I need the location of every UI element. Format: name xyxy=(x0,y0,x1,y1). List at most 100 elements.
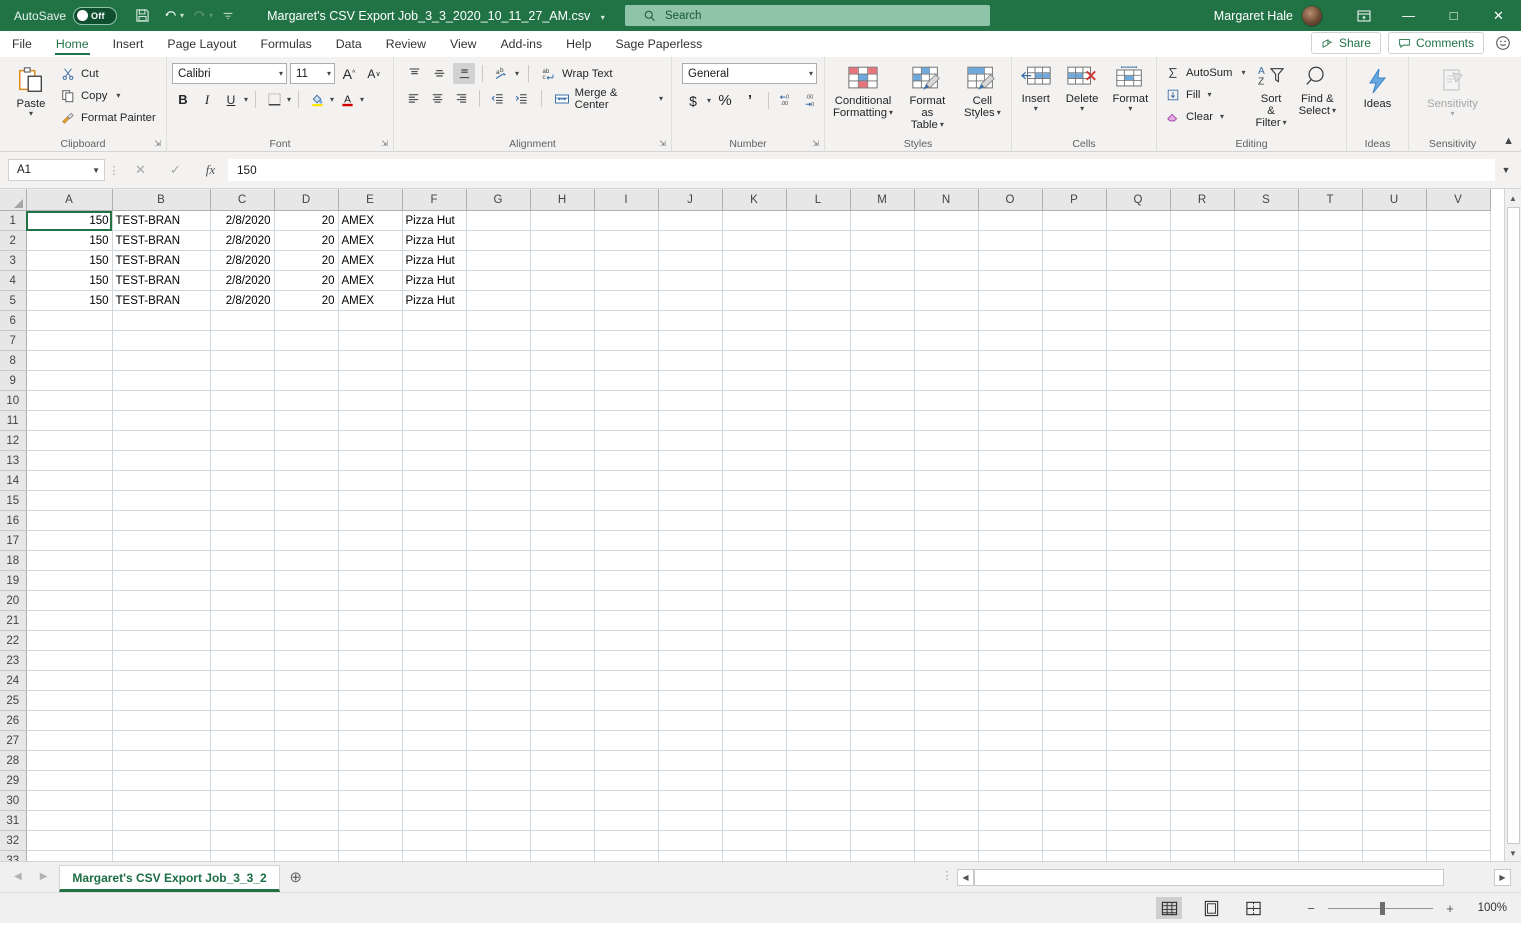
cell-J5[interactable] xyxy=(658,290,723,311)
cell-S29[interactable] xyxy=(1234,770,1299,791)
cell-S9[interactable] xyxy=(1234,370,1299,391)
row-header-15[interactable]: 15 xyxy=(0,490,27,511)
cell-I13[interactable] xyxy=(594,450,659,471)
cell-V10[interactable] xyxy=(1426,390,1491,411)
enter-icon[interactable]: ✓ xyxy=(158,159,193,181)
cell-E7[interactable] xyxy=(338,330,403,351)
italic-button[interactable]: I xyxy=(196,89,218,110)
cell-S30[interactable] xyxy=(1234,790,1299,811)
normal-view-icon[interactable] xyxy=(1156,897,1182,919)
cell-Q26[interactable] xyxy=(1106,710,1171,731)
cell-R21[interactable] xyxy=(1170,610,1235,631)
cell-E30[interactable] xyxy=(338,790,403,811)
cell-B17[interactable] xyxy=(112,530,211,551)
cell-I15[interactable] xyxy=(594,490,659,511)
column-header-f[interactable]: F xyxy=(402,189,467,211)
cell-S17[interactable] xyxy=(1234,530,1299,551)
cell-M33[interactable] xyxy=(850,850,915,861)
cell-C30[interactable] xyxy=(210,790,275,811)
cell-G20[interactable] xyxy=(466,590,531,611)
cell-U30[interactable] xyxy=(1362,790,1427,811)
cell-D24[interactable] xyxy=(274,670,339,691)
cell-K14[interactable] xyxy=(722,470,787,491)
cell-U4[interactable] xyxy=(1362,270,1427,291)
cell-V28[interactable] xyxy=(1426,750,1491,771)
cell-P7[interactable] xyxy=(1042,330,1107,351)
font-size-caret-icon[interactable]: ▾ xyxy=(327,69,331,78)
cell-N23[interactable] xyxy=(914,650,979,671)
cell-S2[interactable] xyxy=(1234,230,1299,251)
cell-O29[interactable] xyxy=(978,770,1043,791)
cell-T3[interactable] xyxy=(1298,250,1363,271)
cell-O11[interactable] xyxy=(978,410,1043,431)
cell-O32[interactable] xyxy=(978,830,1043,851)
borders-dropdown-caret-icon[interactable]: ▾ xyxy=(287,95,291,104)
cell-D23[interactable] xyxy=(274,650,339,671)
cell-N16[interactable] xyxy=(914,510,979,531)
cell-O23[interactable] xyxy=(978,650,1043,671)
cell-J27[interactable] xyxy=(658,730,723,751)
cell-V11[interactable] xyxy=(1426,410,1491,431)
cell-M2[interactable] xyxy=(850,230,915,251)
increase-indent-button[interactable] xyxy=(511,88,532,109)
cell-Q28[interactable] xyxy=(1106,750,1171,771)
cell-O7[interactable] xyxy=(978,330,1043,351)
cell-K28[interactable] xyxy=(722,750,787,771)
document-title-group[interactable]: Margaret's CSV Export Job_3_3_2020_10_11… xyxy=(267,9,605,23)
cell-L16[interactable] xyxy=(786,510,851,531)
cell-G32[interactable] xyxy=(466,830,531,851)
cell-D33[interactable] xyxy=(274,850,339,861)
cell-R9[interactable] xyxy=(1170,370,1235,391)
cell-K2[interactable] xyxy=(722,230,787,251)
cut-button[interactable]: Cut xyxy=(57,63,159,84)
cell-E10[interactable] xyxy=(338,390,403,411)
cell-G6[interactable] xyxy=(466,310,531,331)
cell-L15[interactable] xyxy=(786,490,851,511)
document-title-caret-icon[interactable]: ▾ xyxy=(601,13,605,22)
column-header-n[interactable]: N xyxy=(914,189,979,211)
cell-U23[interactable] xyxy=(1362,650,1427,671)
cell-B30[interactable] xyxy=(112,790,211,811)
cell-Q1[interactable] xyxy=(1106,210,1171,231)
row-header-16[interactable]: 16 xyxy=(0,510,27,531)
cell-R13[interactable] xyxy=(1170,450,1235,471)
cell-Q17[interactable] xyxy=(1106,530,1171,551)
cell-F15[interactable] xyxy=(402,490,467,511)
cell-M19[interactable] xyxy=(850,570,915,591)
cell-J33[interactable] xyxy=(658,850,723,861)
cell-S20[interactable] xyxy=(1234,590,1299,611)
cell-Q24[interactable] xyxy=(1106,670,1171,691)
cell-J22[interactable] xyxy=(658,630,723,651)
cell-J10[interactable] xyxy=(658,390,723,411)
tab-file[interactable]: File xyxy=(0,31,44,56)
cell-I18[interactable] xyxy=(594,550,659,571)
cell-K29[interactable] xyxy=(722,770,787,791)
cell-U24[interactable] xyxy=(1362,670,1427,691)
cell-T2[interactable] xyxy=(1298,230,1363,251)
cell-P22[interactable] xyxy=(1042,630,1107,651)
cell-V27[interactable] xyxy=(1426,730,1491,751)
cell-S32[interactable] xyxy=(1234,830,1299,851)
cell-E11[interactable] xyxy=(338,410,403,431)
cell-B25[interactable] xyxy=(112,690,211,711)
cell-L10[interactable] xyxy=(786,390,851,411)
cell-J6[interactable] xyxy=(658,310,723,331)
copy-dropdown-caret-icon[interactable]: ▾ xyxy=(116,91,120,100)
vertical-scroll-thumb[interactable] xyxy=(1506,207,1520,844)
cell-F26[interactable] xyxy=(402,710,467,731)
cell-S16[interactable] xyxy=(1234,510,1299,531)
cell-Q20[interactable] xyxy=(1106,590,1171,611)
cell-B9[interactable] xyxy=(112,370,211,391)
cell-K26[interactable] xyxy=(722,710,787,731)
cell-V2[interactable] xyxy=(1426,230,1491,251)
decrease-decimal-button[interactable]: .00 0 xyxy=(801,90,823,111)
cell-N22[interactable] xyxy=(914,630,979,651)
cell-A7[interactable] xyxy=(26,330,113,351)
cell-K20[interactable] xyxy=(722,590,787,611)
cell-V21[interactable] xyxy=(1426,610,1491,631)
autosum-button[interactable]: AutoSum ▾ xyxy=(1162,62,1248,83)
cell-D4[interactable]: 20 xyxy=(274,270,339,291)
copy-button[interactable]: Copy ▾ xyxy=(57,85,159,106)
previous-sheet-icon[interactable]: ◀ xyxy=(14,871,22,882)
cell-K7[interactable] xyxy=(722,330,787,351)
